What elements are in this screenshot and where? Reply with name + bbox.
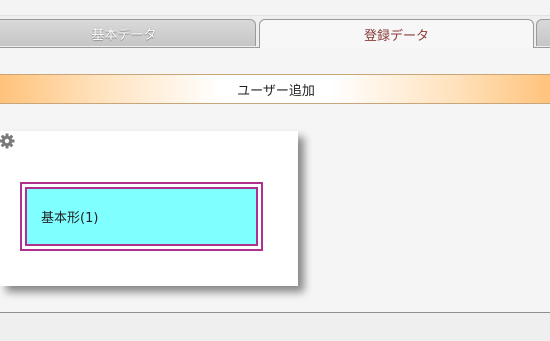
bottom-area	[0, 313, 550, 341]
window-top-strip	[0, 0, 550, 16]
basic-shape-label: 基本形(1)	[41, 211, 99, 226]
add-user-button[interactable]: ユーザー追加	[0, 74, 550, 104]
tab-basic-data-label: 基本データ	[91, 27, 157, 43]
tab-basic-data[interactable]: 基本データ	[0, 19, 256, 46]
basic-shape-inner: 基本形(1)	[25, 187, 258, 246]
tab-registered-data[interactable]: 登録データ	[259, 19, 534, 48]
add-user-label: ユーザー追加	[237, 83, 315, 99]
tab-registered-data-label: 登録データ	[363, 28, 429, 44]
gear-icon[interactable]	[0, 133, 15, 149]
tab-overflow[interactable]	[536, 19, 550, 46]
basic-shape-box[interactable]: 基本形(1)	[20, 182, 263, 251]
